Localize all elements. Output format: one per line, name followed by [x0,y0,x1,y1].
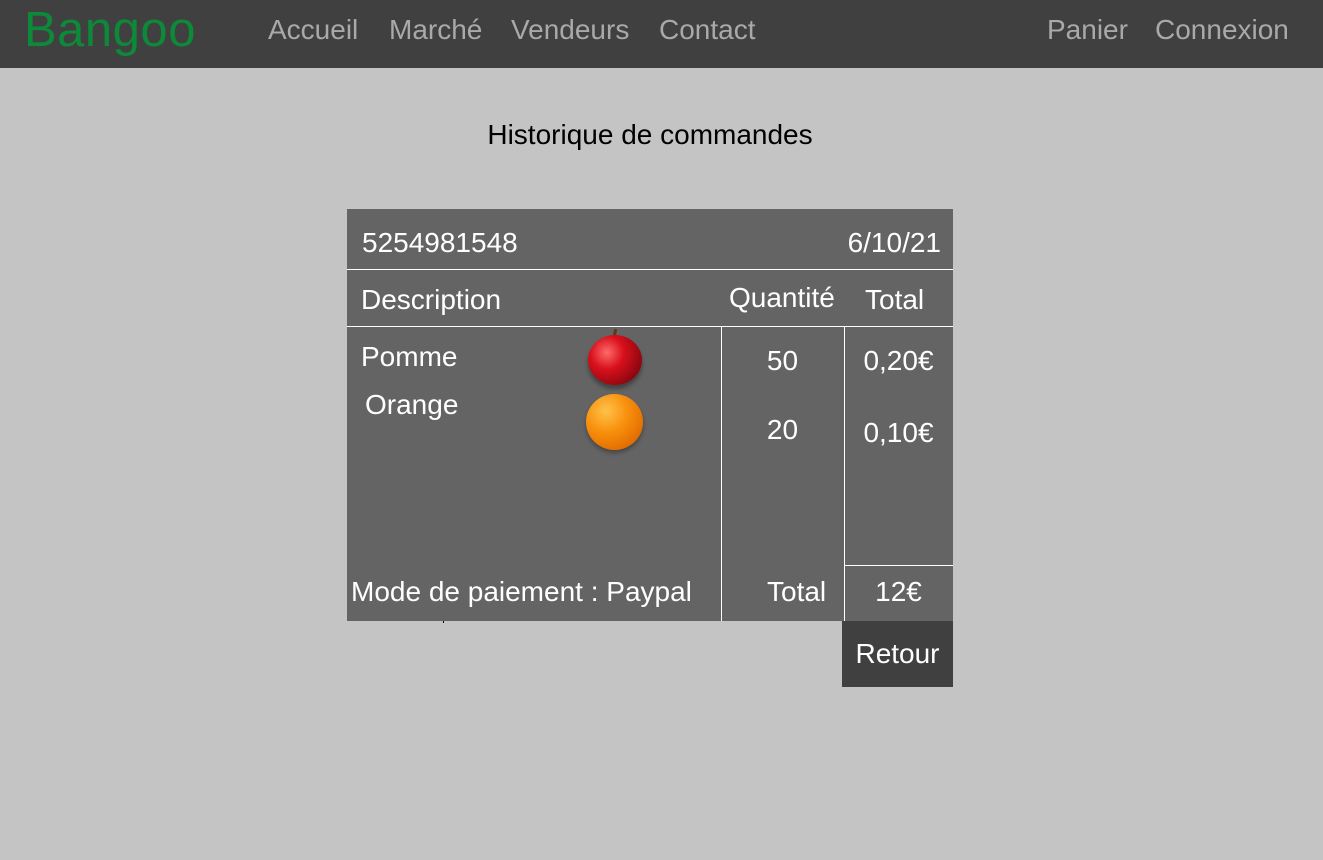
order-card: 5254981548 6/10/21 Description Quantité … [347,209,953,621]
payment-method: Mode de paiement : Paypal [351,576,692,607]
order-number: 5254981548 [362,227,518,258]
nav-marche[interactable]: Marché [389,14,482,46]
nav-vendeurs[interactable]: Vendeurs [511,14,629,46]
total-divider [844,565,953,566]
apple-icon [588,335,642,385]
item-total: 0,20€ [863,345,934,376]
item-name: Orange [365,389,459,420]
total-label: Total [767,576,827,607]
brand-logo[interactable]: Bangoo [24,2,196,58]
item-total: 0,10€ [863,417,934,448]
divider-mark [443,621,444,623]
back-button[interactable]: Retour [842,621,953,687]
column-header-total: Total [865,284,925,315]
row-divider [347,326,953,327]
row-divider [347,269,953,270]
nav-connexion[interactable]: Connexion [1155,14,1289,46]
nav-contact[interactable]: Contact [659,14,756,46]
item-quantity: 50 [766,345,799,376]
item-name: Pomme [361,341,458,372]
order-date: 6/10/21 [847,227,941,258]
orange-icon [586,394,643,450]
nav-panier[interactable]: Panier [1047,14,1128,46]
column-header-quantity: Quantité [729,282,835,313]
navbar: Bangoo Accueil Marché Vendeurs Contact P… [0,0,1323,68]
nav-accueil[interactable]: Accueil [268,14,358,46]
total-value: 12€ [875,576,922,607]
item-quantity: 20 [766,414,799,445]
page-title: Historique de commandes [487,119,813,150]
column-header-description: Description [361,284,502,315]
